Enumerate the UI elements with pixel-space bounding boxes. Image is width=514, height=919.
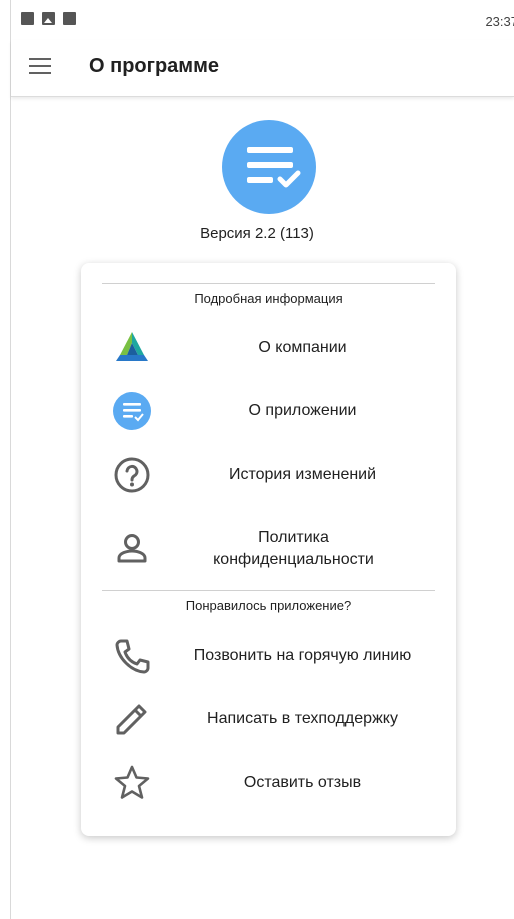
hotline-label: Позвонить на горячую линию xyxy=(193,647,412,664)
review-label: Оставить отзыв xyxy=(243,774,362,791)
company-label: О компании xyxy=(258,339,347,356)
support-row[interactable]: Написать в техподдержку xyxy=(81,689,456,749)
notification-icon xyxy=(21,12,34,25)
notification-icon xyxy=(63,12,76,25)
app-version: Версия 2.2 (113) xyxy=(200,225,314,242)
review-row[interactable]: Оставить отзыв xyxy=(81,753,456,813)
section-title: Подробная информация xyxy=(194,291,343,306)
hotline-row[interactable]: Позвонить на горячую линию xyxy=(81,626,456,686)
pencil-icon xyxy=(111,698,153,740)
about-app-label: О приложении xyxy=(248,402,357,419)
status-time: 23:37 xyxy=(485,14,514,29)
notification-icons xyxy=(21,12,76,25)
support-label: Написать в техподдержку xyxy=(207,710,398,727)
divider xyxy=(102,590,435,591)
phone-icon xyxy=(111,635,153,677)
window-edge xyxy=(10,0,11,919)
menu-icon[interactable] xyxy=(29,58,51,76)
privacy-policy-row[interactable]: Политика конфиденциальности xyxy=(81,519,456,579)
status-bar: 23:37 xyxy=(11,0,514,40)
section-title: Понравилось приложение? xyxy=(185,598,352,613)
help-circle-icon xyxy=(111,454,153,496)
image-notification-icon xyxy=(42,12,55,25)
app-bar: О программе xyxy=(11,40,514,97)
page-title: О программе xyxy=(89,55,220,77)
company-logo-icon xyxy=(111,327,153,369)
changelog-label: История изменений xyxy=(228,466,377,483)
privacy-policy-label: Политика конфиденциальности xyxy=(213,529,374,568)
star-icon xyxy=(111,762,153,804)
info-card: Подробная информация О компании О прилож… xyxy=(81,263,456,836)
about-app-row[interactable]: О приложении xyxy=(81,381,456,441)
app-logo-icon xyxy=(111,390,153,432)
app-logo-icon xyxy=(222,120,316,214)
company-row[interactable]: О компании xyxy=(81,318,456,378)
changelog-row[interactable]: История изменений xyxy=(81,445,456,505)
divider xyxy=(102,283,435,284)
person-icon xyxy=(111,528,153,570)
